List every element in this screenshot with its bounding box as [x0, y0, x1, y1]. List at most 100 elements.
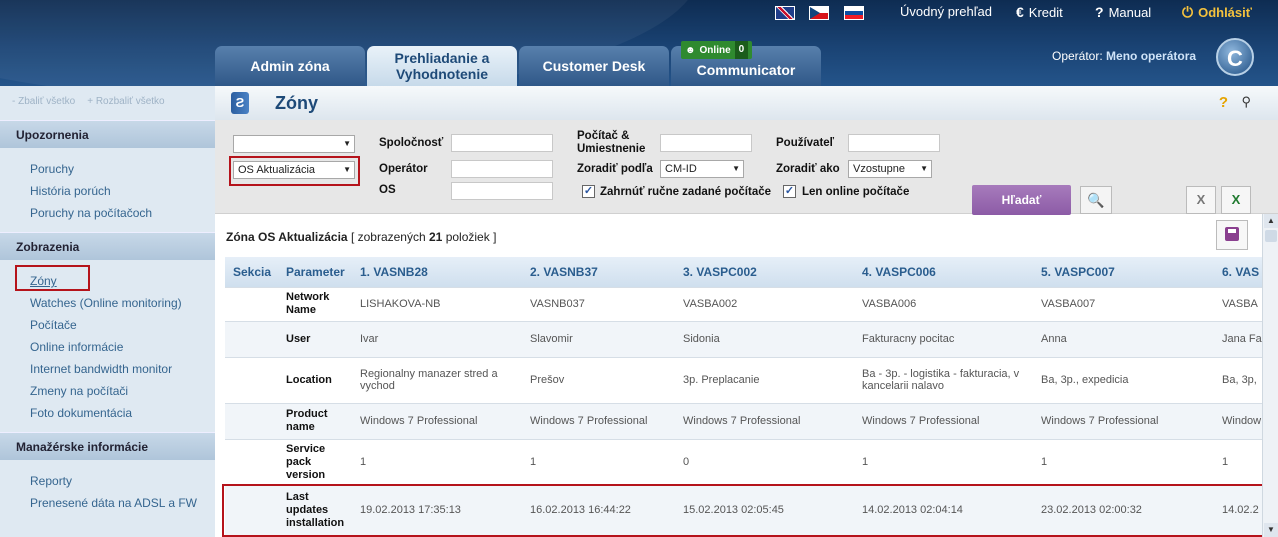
excel-icon[interactable]: X [1221, 186, 1251, 214]
excel-export-icon[interactable]: X [1186, 186, 1216, 214]
highlight-frame [222, 484, 1276, 537]
scroll-up-icon[interactable]: ▲ [1264, 214, 1278, 228]
sidebar-item-poruchy-na-pocitacoch[interactable]: Poruchy na počítačoch [30, 202, 215, 224]
sidebar-item-bandwidth-monitor[interactable]: Internet bandwidth monitor [30, 358, 215, 380]
collapse-all-link[interactable]: - Zbaliť všetko [12, 96, 75, 107]
scroll-down-icon[interactable]: ▼ [1264, 523, 1278, 537]
table-cell: Ba, 3p., expedicia [1033, 356, 1214, 403]
sidebar-item-zmeny[interactable]: Zmeny na počítači [30, 380, 215, 402]
filter-select-top[interactable] [233, 135, 355, 153]
user-input[interactable] [848, 134, 940, 152]
table-cell: Anna [1033, 320, 1214, 357]
tab-prehliadanie[interactable]: Prehliadanie a Vyhodnotenie [367, 46, 517, 86]
param-cell: Location [278, 356, 352, 403]
help-icon[interactable]: ? [1219, 94, 1228, 111]
col-header[interactable]: 6. VAS [1214, 257, 1262, 287]
sidebar-item-pocitace[interactable]: Počítače [30, 314, 215, 336]
table-cell: VASNB037 [522, 286, 675, 321]
sidebar-item-watches[interactable]: Watches (Online monitoring) [30, 292, 215, 314]
os-input[interactable] [451, 182, 553, 200]
expand-all-link[interactable]: + Rozbaliť všetko [87, 96, 164, 107]
sidebar-item-reporty[interactable]: Reporty [30, 470, 215, 492]
save-icon[interactable] [1216, 220, 1248, 250]
sidebar-item-prenesene-data[interactable]: Prenesené dáta na ADSL a FW [30, 492, 215, 514]
scroll-thumb[interactable] [1265, 230, 1277, 242]
flag-english-icon[interactable] [775, 6, 795, 20]
search-icon[interactable]: ⚲ [1241, 94, 1251, 110]
sort-as-label: Zoradiť ako [776, 163, 840, 175]
table-cell: 1 [1033, 438, 1214, 485]
summary-zone: Zóna OS Aktualizácia [226, 230, 348, 244]
tab-admin-zona[interactable]: Admin zóna [215, 46, 365, 86]
vertical-scrollbar[interactable]: ▲ ▼ [1262, 214, 1278, 537]
operator-input[interactable] [451, 160, 553, 178]
table-cell: 1 [854, 438, 1033, 485]
sort-by-select[interactable]: CM-ID [660, 160, 744, 178]
param-cell: Service pack version [278, 438, 352, 485]
col-header[interactable]: 1. VASNB28 [352, 257, 522, 287]
only-online-checkbox[interactable]: ✓ [783, 185, 796, 198]
col-header[interactable]: 2. VASNB37 [522, 257, 675, 287]
flag-czech-icon[interactable] [809, 6, 829, 20]
zones-icon: Ƨ [231, 92, 249, 114]
section-upozornenia[interactable]: Upozornenia [0, 120, 215, 148]
section-manazerske[interactable]: Manažérske informácie [0, 432, 215, 460]
table-cell [225, 438, 278, 485]
table-row: Network Name LISHAKOVA-NB VASNB037 VASBA… [225, 286, 1262, 321]
tab-label: Admin zóna [250, 58, 330, 74]
param-cell: Product name [278, 402, 352, 439]
col-header[interactable]: Parameter [278, 257, 352, 287]
filter-panel: OS Aktualizácia Spoločnosť Operátor OS P… [215, 120, 1278, 215]
table-cell: Windows 7 Professional [352, 402, 522, 439]
user-label: Používateľ [776, 137, 835, 149]
euro-icon: € [1016, 4, 1024, 20]
table-cell: Prešov [522, 356, 675, 403]
col-header[interactable]: 5. VASPC007 [1033, 257, 1214, 287]
advanced-search-icon[interactable]: 🔍 [1080, 186, 1112, 214]
company-input[interactable] [451, 134, 553, 152]
manual-link[interactable]: ? Manual [1095, 4, 1151, 20]
question-icon: ? [1095, 4, 1104, 20]
sidebar-item-foto[interactable]: Foto dokumentácia [30, 402, 215, 424]
online-badge[interactable]: ☻ Online 0 [681, 41, 753, 59]
sidebar-item-online-informacie[interactable]: Online informácie [30, 336, 215, 358]
table-cell: Window [1214, 402, 1262, 439]
table-cell: VASBA007 [1033, 286, 1214, 321]
computer-input[interactable] [660, 134, 752, 152]
section-zobrazenia[interactable]: Zobrazenia [0, 232, 215, 260]
col-header[interactable]: Sekcia [225, 257, 278, 287]
tab-label: Customer Desk [542, 58, 646, 74]
highlight-frame [15, 265, 90, 291]
include-manual-checkbox[interactable]: ✓ [582, 185, 595, 198]
logout-link[interactable]: ⏻ Odhlásiť [1182, 4, 1252, 21]
operator-name[interactable]: Meno operátora [1106, 49, 1196, 63]
online-label: Online [699, 44, 731, 56]
sidebar-item-historia-poruch[interactable]: História porúch [30, 180, 215, 202]
col-header[interactable]: 4. VASPC006 [854, 257, 1033, 287]
table-cell: Jana Fa [1214, 320, 1262, 357]
tab-customer-desk[interactable]: Customer Desk [519, 46, 669, 86]
highlight-frame [229, 156, 360, 186]
table-row: Service pack version 1 1 0 1 1 1 [225, 438, 1262, 485]
table-cell: Windows 7 Professional [675, 402, 854, 439]
table-cell: 3p. Preplacanie [675, 356, 854, 403]
table-cell: Fakturacny pocitac [854, 320, 1033, 357]
credit-link[interactable]: € Kredit [1016, 4, 1063, 20]
main-panel: Ƨ Zóny ? ⚲ OS Aktualizácia Spoločnosť Op… [215, 86, 1278, 537]
table-cell: Regionalny manazer stred a vychod [352, 356, 522, 403]
flag-slovak-icon[interactable] [844, 6, 864, 20]
search-button[interactable]: Hľadať [972, 185, 1071, 215]
sidebar-item-poruchy[interactable]: Poruchy [30, 158, 215, 180]
summary-open: [ zobrazených [350, 230, 426, 244]
include-manual-label: Zahrnúť ručne zadané počítače [600, 186, 772, 198]
credit-label: Kredit [1028, 4, 1063, 20]
table-cell [225, 286, 278, 321]
table-cell: VASBA002 [675, 286, 854, 321]
table-cell: Ba - 3p. - logistika - fakturacia, v kan… [854, 356, 1033, 403]
col-header[interactable]: 3. VASPC002 [675, 257, 854, 287]
sort-as-select[interactable]: Vzostupne [848, 160, 932, 178]
table-cell: 1 [522, 438, 675, 485]
logout-label: Odhlásiť [1198, 5, 1252, 20]
home-link[interactable]: Úvodný prehľad [900, 4, 992, 19]
param-cell: Network Name [278, 286, 352, 321]
